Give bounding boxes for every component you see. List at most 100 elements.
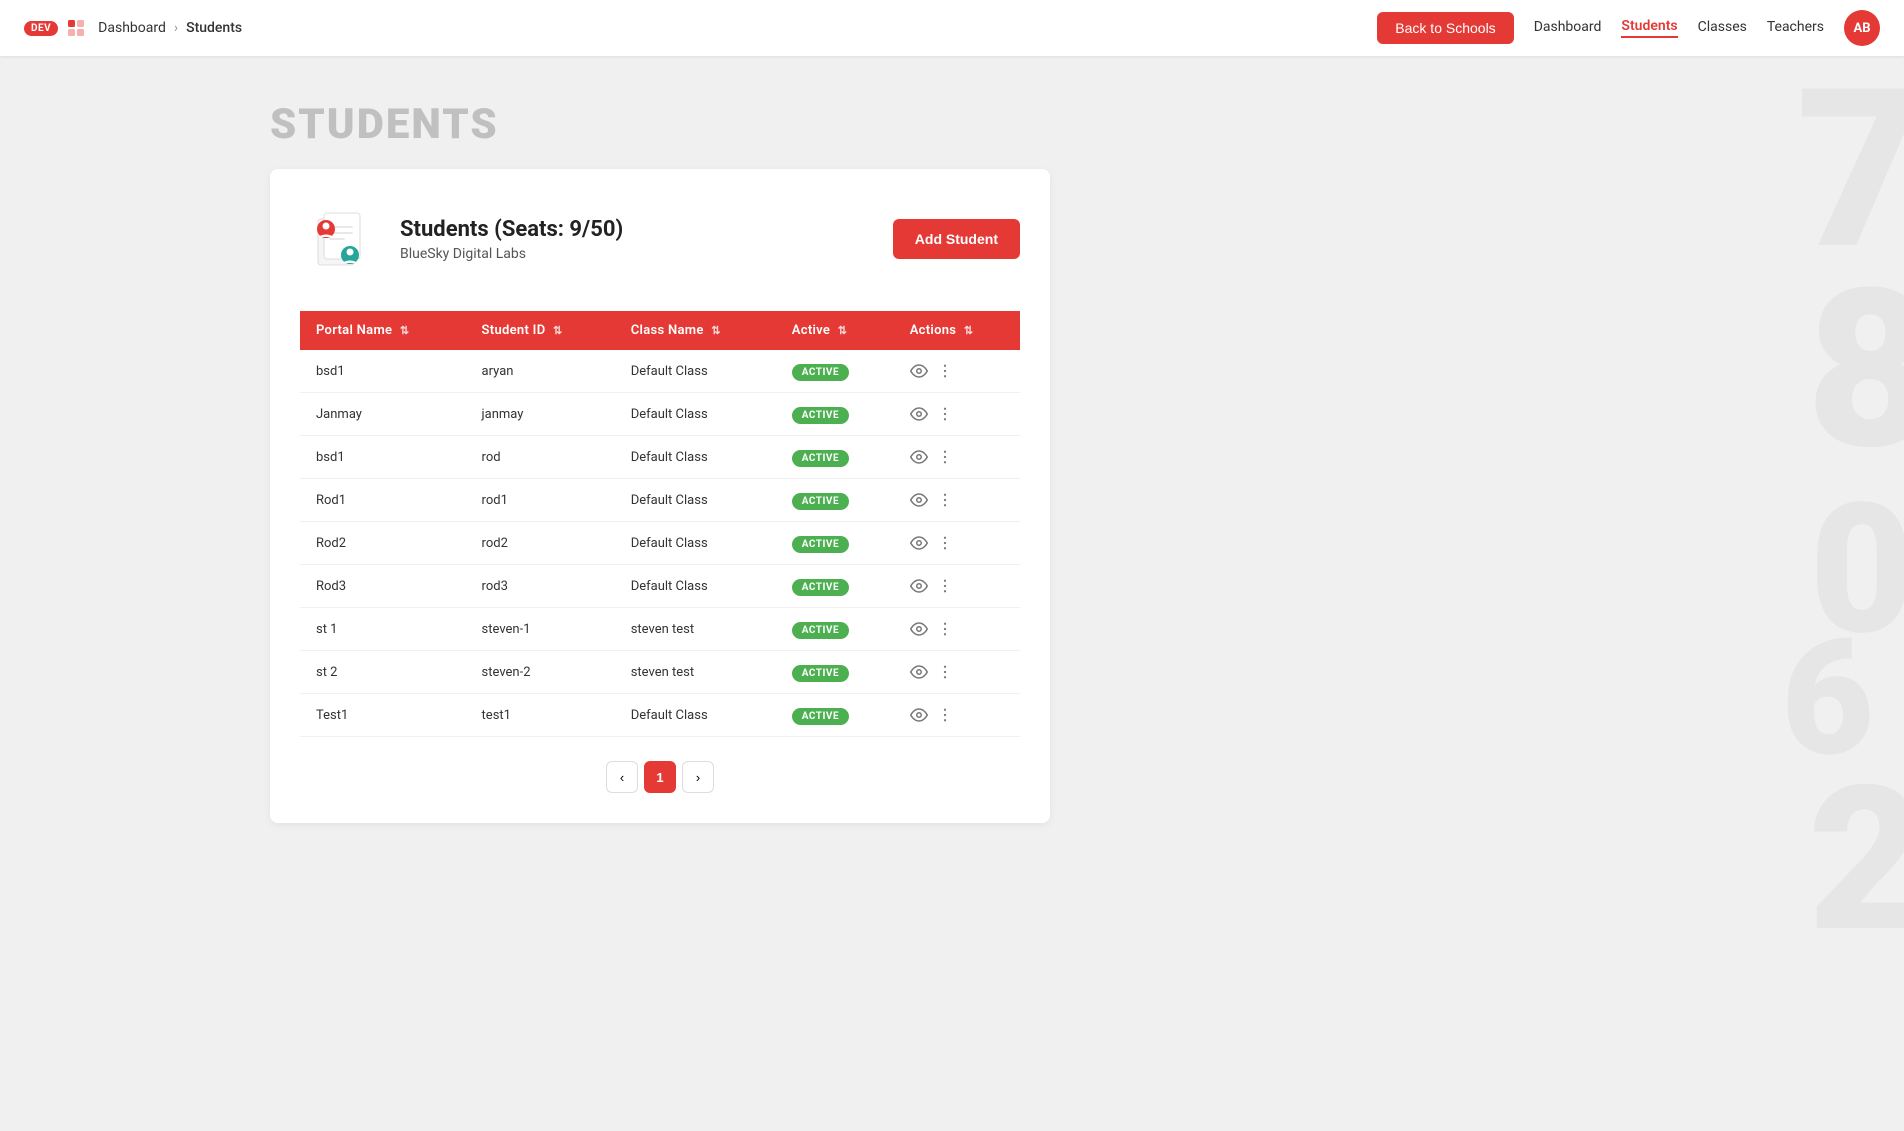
view-icon[interactable] <box>910 362 928 380</box>
student-header: Students (Seats: 9/50) BlueSky Digital L… <box>300 199 1020 279</box>
view-icon[interactable] <box>910 448 928 466</box>
active-badge: ACTIVE <box>792 579 849 596</box>
more-options-icon[interactable] <box>936 577 954 595</box>
cell-active: ACTIVE <box>776 608 894 651</box>
active-badge: ACTIVE <box>792 665 849 682</box>
students-heading: Students (Seats: 9/50) <box>400 217 623 242</box>
more-options-icon[interactable] <box>936 405 954 423</box>
cell-portal-name: bsd1 <box>300 350 466 393</box>
sort-class-name-icon[interactable]: ⇅ <box>711 324 721 337</box>
cell-active: ACTIVE <box>776 393 894 436</box>
dashboard-icon <box>66 18 86 38</box>
table-row: st 2 steven-2 steven test ACTIVE <box>300 651 1020 694</box>
cell-actions <box>894 522 1020 565</box>
cell-active: ACTIVE <box>776 522 894 565</box>
cell-student-id: rod <box>466 436 615 479</box>
cell-active: ACTIVE <box>776 479 894 522</box>
cell-student-id: rod1 <box>466 479 615 522</box>
cell-actions <box>894 479 1020 522</box>
view-icon[interactable] <box>910 706 928 724</box>
more-options-icon[interactable] <box>936 663 954 681</box>
cell-student-id: steven-2 <box>466 651 615 694</box>
navbar-left: DEV Dashboard › Students <box>24 18 242 38</box>
col-portal-name: Portal Name ⇅ <box>300 311 466 350</box>
breadcrumb-dashboard[interactable]: Dashboard <box>98 20 166 36</box>
cell-portal-name: Rod3 <box>300 565 466 608</box>
students-table: Portal Name ⇅ Student ID ⇅ Class Name ⇅ … <box>300 311 1020 737</box>
student-header-left: Students (Seats: 9/50) BlueSky Digital L… <box>300 199 623 279</box>
sort-student-id-icon[interactable]: ⇅ <box>553 324 563 337</box>
cell-class-name: Default Class <box>615 350 776 393</box>
more-options-icon[interactable] <box>936 448 954 466</box>
view-icon[interactable] <box>910 405 928 423</box>
table-body: bsd1 aryan Default Class ACTIVE <box>300 350 1020 737</box>
nav-teachers[interactable]: Teachers <box>1767 19 1824 37</box>
cell-class-name: Default Class <box>615 479 776 522</box>
breadcrumb-separator: › <box>174 20 178 36</box>
nav-students[interactable]: Students <box>1621 18 1677 38</box>
cell-actions <box>894 651 1020 694</box>
table-header: Portal Name ⇅ Student ID ⇅ Class Name ⇅ … <box>300 311 1020 350</box>
sort-active-icon[interactable]: ⇅ <box>838 324 848 337</box>
cell-actions <box>894 436 1020 479</box>
back-to-schools-button[interactable]: Back to Schools <box>1377 12 1513 44</box>
col-actions: Actions ⇅ <box>894 311 1020 350</box>
cell-portal-name: Janmay <box>300 393 466 436</box>
more-options-icon[interactable] <box>936 362 954 380</box>
sort-portal-name-icon[interactable]: ⇅ <box>400 324 410 337</box>
more-options-icon[interactable] <box>936 491 954 509</box>
navbar-right: Back to Schools Dashboard Students Class… <box>1377 10 1880 46</box>
active-badge: ACTIVE <box>792 364 849 381</box>
nav-classes[interactable]: Classes <box>1698 19 1747 37</box>
active-badge: ACTIVE <box>792 622 849 639</box>
table-row: st 1 steven-1 steven test ACTIVE <box>300 608 1020 651</box>
nav-dashboard[interactable]: Dashboard <box>1534 19 1602 37</box>
cell-student-id: test1 <box>466 694 615 737</box>
table-row: Janmay janmay Default Class ACTIVE <box>300 393 1020 436</box>
add-student-button[interactable]: Add Student <box>893 219 1020 259</box>
more-options-icon[interactable] <box>936 620 954 638</box>
students-card: Students (Seats: 9/50) BlueSky Digital L… <box>270 169 1050 823</box>
cell-portal-name: st 2 <box>300 651 466 694</box>
cell-student-id: aryan <box>466 350 615 393</box>
active-badge: ACTIVE <box>792 407 849 424</box>
cell-class-name: Default Class <box>615 436 776 479</box>
cell-actions <box>894 565 1020 608</box>
prev-page-button[interactable]: ‹ <box>606 761 638 793</box>
cell-class-name: Default Class <box>615 565 776 608</box>
cell-student-id: rod3 <box>466 565 615 608</box>
col-class-name: Class Name ⇅ <box>615 311 776 350</box>
cell-class-name: Default Class <box>615 393 776 436</box>
cell-class-name: Default Class <box>615 522 776 565</box>
pagination: ‹ 1 › <box>300 761 1020 793</box>
page-1-button[interactable]: 1 <box>644 761 676 793</box>
students-illustration <box>300 199 380 279</box>
avatar[interactable]: AB <box>1844 10 1880 46</box>
view-icon[interactable] <box>910 534 928 552</box>
table-row: Rod2 rod2 Default Class ACTIVE <box>300 522 1020 565</box>
view-icon[interactable] <box>910 620 928 638</box>
view-icon[interactable] <box>910 491 928 509</box>
org-name: BlueSky Digital Labs <box>400 246 623 262</box>
view-icon[interactable] <box>910 577 928 595</box>
view-icon[interactable] <box>910 663 928 681</box>
cell-active: ACTIVE <box>776 436 894 479</box>
cell-active: ACTIVE <box>776 350 894 393</box>
more-options-icon[interactable] <box>936 534 954 552</box>
breadcrumb: Dashboard › Students <box>98 20 242 36</box>
main-content: STUDENTS <box>0 0 1904 883</box>
cell-student-id: rod2 <box>466 522 615 565</box>
table-row: bsd1 rod Default Class ACTIVE <box>300 436 1020 479</box>
cell-actions <box>894 393 1020 436</box>
top-navbar: DEV Dashboard › Students Back to Schools… <box>0 0 1904 56</box>
cell-class-name: Default Class <box>615 694 776 737</box>
more-options-icon[interactable] <box>936 706 954 724</box>
table-row: Test1 test1 Default Class ACTIVE <box>300 694 1020 737</box>
student-info: Students (Seats: 9/50) BlueSky Digital L… <box>400 217 623 262</box>
sort-actions-icon[interactable]: ⇅ <box>964 324 974 337</box>
active-badge: ACTIVE <box>792 708 849 725</box>
cell-actions <box>894 694 1020 737</box>
next-page-button[interactable]: › <box>682 761 714 793</box>
cell-active: ACTIVE <box>776 565 894 608</box>
active-badge: ACTIVE <box>792 493 849 510</box>
